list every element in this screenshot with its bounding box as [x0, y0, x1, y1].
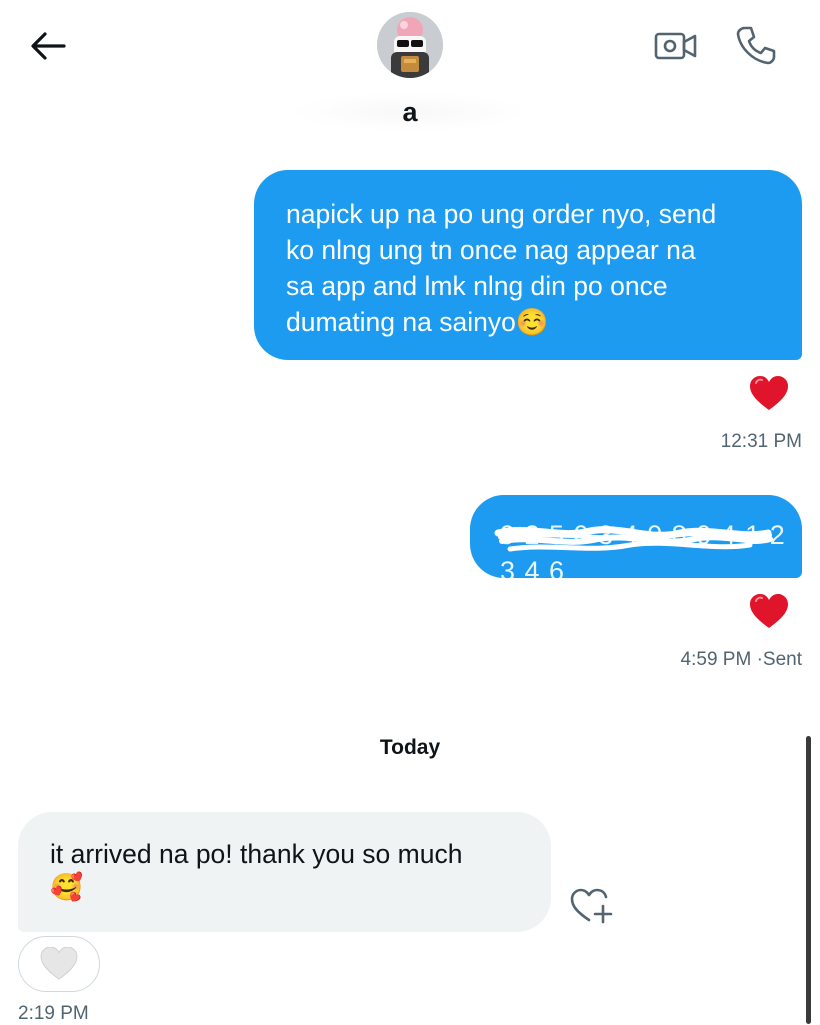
received-message-bubble[interactable]: it arrived na po! thank you so much 🥰 [18, 812, 551, 932]
smiling-emoji: ☺️ [515, 307, 549, 338]
redaction-scribble [494, 526, 773, 552]
message-timestamp-status: 4:59 PM ·Sent [500, 649, 802, 671]
avatar[interactable] [377, 12, 443, 78]
sent-message-bubble[interactable]: napick up na po ung order nyo, send ko n… [254, 170, 802, 360]
back-button[interactable] [24, 22, 72, 70]
scrollbar[interactable] [806, 736, 811, 1024]
like-button[interactable] [18, 936, 100, 992]
video-camera-icon [654, 32, 697, 60]
message-text: napick up na po ung order nyo, send ko n… [286, 199, 717, 337]
avatar-image [377, 12, 443, 78]
heart-icon [750, 594, 788, 628]
video-call-button[interactable] [650, 22, 702, 70]
heart-icon [750, 376, 788, 410]
message-status: ·Sent [756, 649, 802, 670]
message-timestamp: 12:31 PM [720, 431, 802, 452]
add-reaction-button[interactable] [568, 884, 614, 928]
phone-icon [736, 26, 776, 65]
reaction-heart[interactable] [747, 590, 791, 634]
heart-plus-icon [570, 888, 613, 924]
contact-name[interactable]: a [290, 92, 530, 132]
sent-message-bubble-redacted[interactable]: 9 2 5 0 3 4 0 8 0 4 1 2 3 4 6 [470, 495, 802, 578]
message-timestamp: 4:59 PM [680, 649, 752, 670]
smiling-hearts-emoji: 🥰 [50, 872, 83, 903]
reaction-heart[interactable] [747, 372, 791, 416]
arrow-left-icon [31, 32, 66, 60]
heart-outline-icon [40, 947, 78, 980]
message-timestamp: 2:19 PM [18, 1003, 89, 1024]
day-separator: Today [379, 736, 441, 759]
message-text: it arrived na po! thank you so much [50, 839, 463, 869]
voice-call-button[interactable] [730, 20, 782, 70]
